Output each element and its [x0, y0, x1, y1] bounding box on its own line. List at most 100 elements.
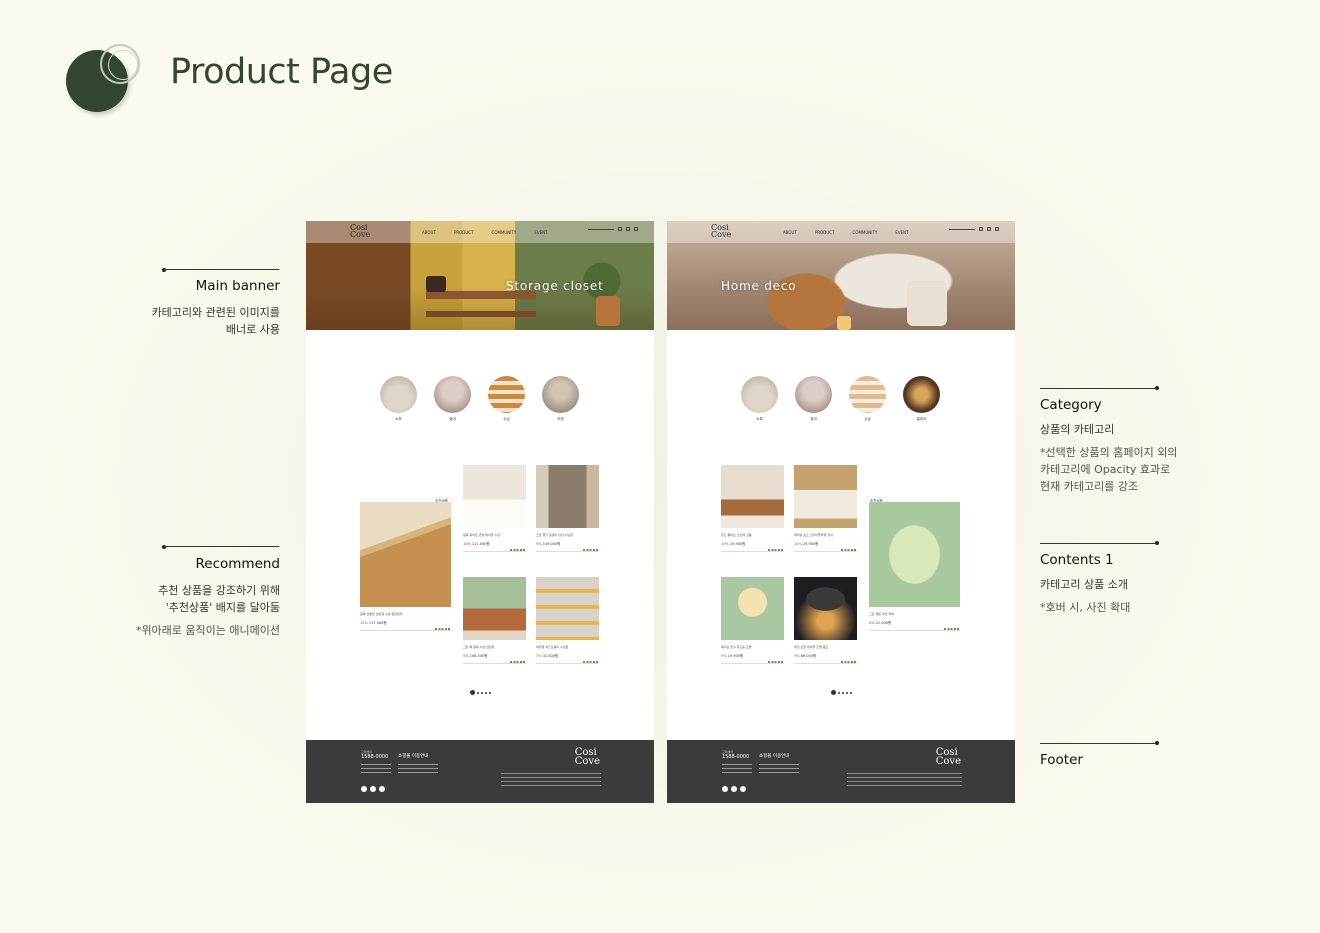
search-input[interactable]: [588, 228, 614, 230]
product-name: 버섯 모양 테이블 조명 램프: [794, 645, 829, 649]
top-nav: Cosi Cove ABOUT PRODUCT COMMUNITY EVENT: [306, 221, 654, 243]
search-icon[interactable]: [979, 227, 983, 231]
cart-icon[interactable]: [987, 227, 991, 231]
page-dot[interactable]: [831, 690, 836, 695]
page-dot[interactable]: [470, 690, 475, 695]
annotation-note: *선택한 상품의 홈페이지 외의: [1040, 446, 1178, 459]
category-item-sofa[interactable]: 소파: [380, 376, 417, 422]
facebook-icon[interactable]: [740, 786, 746, 792]
product-card[interactable]: 에디슨 전구 무드등 조명 5% 19,900원: [721, 577, 784, 664]
nav-community[interactable]: COMMUNITY: [492, 230, 517, 235]
product-price: 15% 117,000원: [360, 621, 451, 626]
pagination-dots[interactable]: [470, 690, 491, 695]
featured-product[interactable]: 원목 신발장 선반형 수납 현관정리 15% 117,000원: [360, 502, 451, 631]
product-image[interactable]: [794, 577, 857, 640]
category-label: 수납: [864, 417, 871, 421]
category-item-storage[interactable]: 수납: [488, 376, 525, 422]
footer-hours: [722, 764, 752, 776]
category-item-homedeco[interactable]: 홈데코: [903, 376, 940, 422]
product-image[interactable]: [794, 465, 857, 528]
product-card[interactable]: 버섯 모양 테이블 조명 램프 5% 89,000원: [794, 577, 857, 664]
product-price: 5% 89,000원: [794, 654, 857, 659]
annotation-contents1: Contents 1 카테고리 상품 소개 *호버 시, 사진 확대: [1040, 538, 1210, 616]
nav-product[interactable]: PRODUCT: [454, 230, 474, 235]
product-price: 5% 19,900원: [721, 654, 784, 659]
page-dot[interactable]: [485, 691, 487, 694]
product-price: 10% 19,900원: [721, 542, 784, 547]
product-card[interactable]: 레터링 보드 드라이플라워 장식 10% 29,900원: [794, 465, 857, 552]
facebook-icon[interactable]: [379, 786, 385, 792]
rating-stars: [536, 661, 599, 664]
footer-hours: [361, 764, 391, 776]
nav-event[interactable]: EVENT: [534, 230, 547, 235]
page-dot[interactable]: [842, 691, 844, 694]
nav-community[interactable]: COMMUNITY: [853, 230, 878, 235]
brand-line: Cove: [350, 230, 371, 239]
discount: 5%: [794, 654, 800, 658]
user-icon[interactable]: [995, 227, 999, 231]
price: 117,000원: [368, 621, 387, 625]
nav-product[interactable]: PRODUCT: [815, 230, 835, 235]
page-dot[interactable]: [846, 691, 848, 694]
banner-title: Home deco: [721, 279, 797, 293]
annotation-note: *호버 시, 사진 확대: [1040, 601, 1131, 614]
category-item-bed[interactable]: 침대: [434, 376, 471, 422]
product-price: 7% 31,500원: [536, 654, 599, 659]
product-card[interactable]: 스틸 행거 옷걸이 선반 수납장 5% 149,000원: [536, 465, 599, 552]
instagram-icon[interactable]: [722, 786, 728, 792]
price: 106,500원: [469, 654, 488, 658]
category-item-light[interactable]: 조명: [542, 376, 579, 422]
discount: 9%: [869, 621, 875, 625]
product-image[interactable]: [536, 577, 599, 640]
product-image[interactable]: [721, 577, 784, 640]
discount: 10%: [721, 542, 729, 546]
cart-icon[interactable]: [626, 227, 630, 231]
category-label: 수납: [503, 417, 510, 421]
search-icon[interactable]: [618, 227, 622, 231]
category-list: 소파 침대 수납 홈데코: [741, 376, 940, 422]
product-card[interactable]: 그린 벽 원목 수납 선반장 5% 106,500원: [463, 577, 526, 664]
category-item-storage[interactable]: 수납: [849, 376, 886, 422]
featured-product[interactable]: 그린 레몬 쿠션 커버 9% 21,000원: [869, 502, 960, 631]
product-image[interactable]: [463, 577, 526, 640]
rating-stars: [794, 661, 857, 664]
instagram-icon[interactable]: [361, 786, 367, 792]
product-image[interactable]: [463, 465, 526, 528]
category-item-sofa[interactable]: 소파: [741, 376, 778, 422]
product-image[interactable]: [869, 502, 960, 607]
rating-stars: [869, 628, 960, 631]
nav-event[interactable]: EVENT: [895, 230, 908, 235]
search-input[interactable]: [949, 228, 975, 230]
annotation-main-banner: Main banner 카테고리와 관련된 이미지를 배너로 사용: [120, 262, 280, 338]
discount: 7%: [536, 654, 542, 658]
pagination-dots[interactable]: [831, 690, 852, 695]
discount: 10%: [463, 542, 471, 546]
page-dot[interactable]: [481, 691, 483, 694]
page-dot[interactable]: [489, 691, 491, 694]
product-name: 우드 웨이브 오브제 소품: [721, 533, 752, 537]
main-banner: Cosi Cove ABOUT PRODUCT COMMUNITY EVENT …: [306, 221, 654, 330]
sns-links: [722, 786, 746, 792]
product-image[interactable]: [536, 465, 599, 528]
product-card[interactable]: 바퀴형 3단 트롤리 수납함 7% 31,500원: [536, 577, 599, 664]
category-list: 소파 침대 수납 조명: [380, 376, 579, 422]
brand-logo[interactable]: Cosi Cove: [350, 224, 371, 239]
page-dot[interactable]: [838, 691, 840, 694]
price: 19,900원: [729, 542, 746, 546]
category-item-bed[interactable]: 침대: [795, 376, 832, 422]
brand-logo[interactable]: Cosi Cove: [711, 224, 731, 239]
user-icon[interactable]: [634, 227, 638, 231]
youtube-icon[interactable]: [370, 786, 376, 792]
nav-about[interactable]: ABOUT: [783, 230, 797, 235]
page-dot[interactable]: [850, 691, 852, 694]
product-card[interactable]: 원목 화이트 콘솔 테이블 수납 10% 111,000원: [463, 465, 526, 552]
page-dot[interactable]: [477, 691, 479, 694]
annotation-desc: 추천 상품을 강조하기 위해: [158, 584, 280, 597]
youtube-icon[interactable]: [731, 786, 737, 792]
annotation-title: Main banner: [195, 278, 280, 294]
nav-about[interactable]: ABOUT: [422, 230, 436, 235]
product-image[interactable]: [721, 465, 784, 528]
product-image[interactable]: [360, 502, 451, 607]
mockup-home-deco: Cosi Cove ABOUT PRODUCT COMMUNITY EVENT …: [667, 221, 1015, 803]
product-card[interactable]: 우드 웨이브 오브제 소품 10% 19,900원: [721, 465, 784, 552]
